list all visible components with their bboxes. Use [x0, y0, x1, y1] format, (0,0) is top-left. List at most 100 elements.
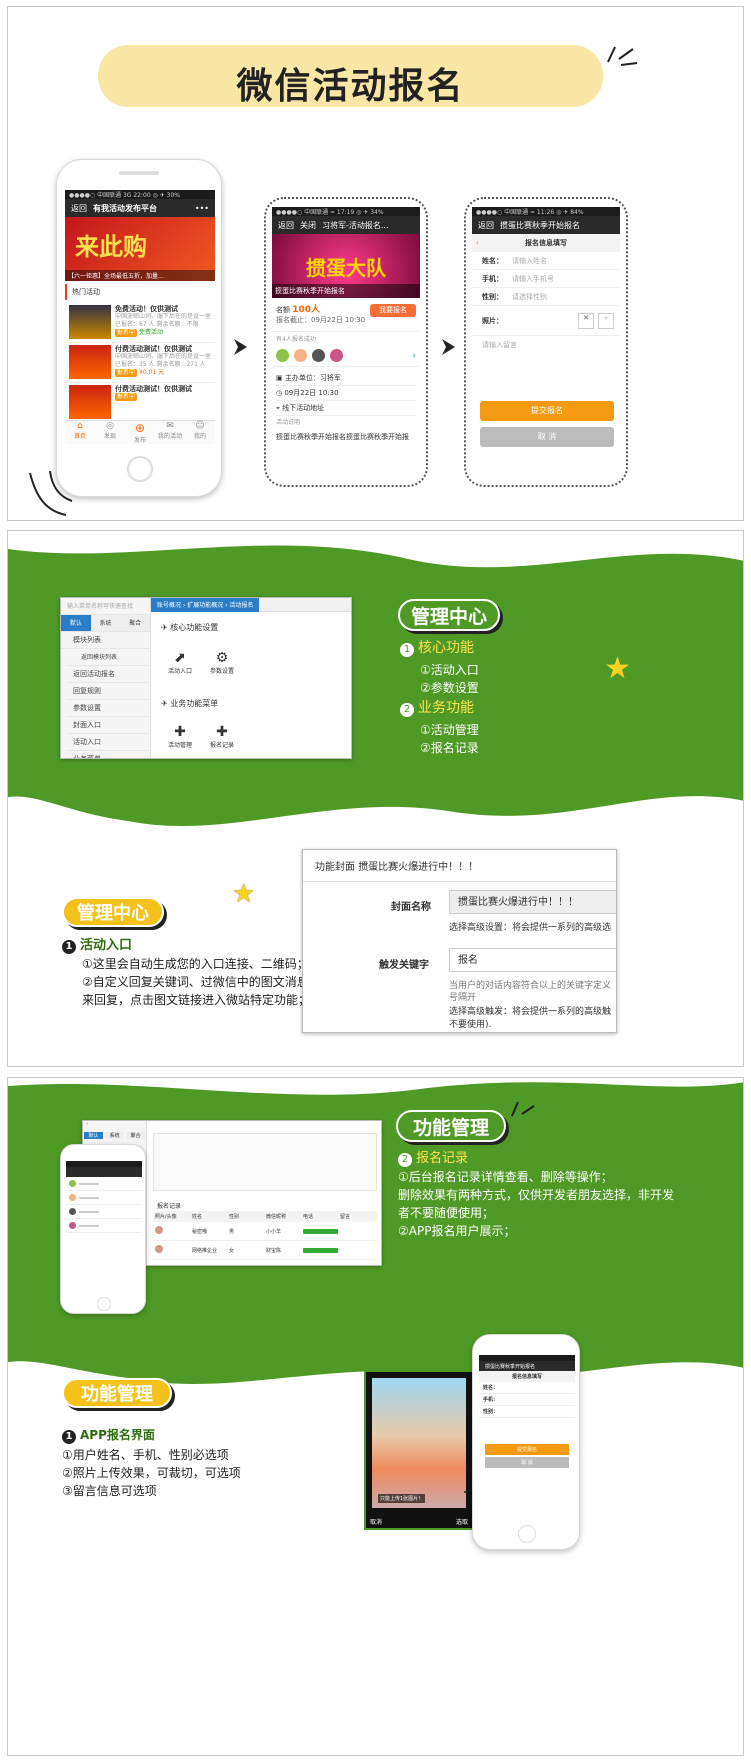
participant-avatars[interactable]: › — [272, 345, 420, 367]
panel-signup-intro: 微信活动报名 ●●●●○ 中国联通 3G 22:00 ◎ ✈ 30% 返回 有我… — [7, 6, 744, 521]
back-button[interactable]: 返回 — [478, 220, 494, 231]
core-item-1: ①活动入口 — [420, 663, 479, 677]
back-button[interactable]: 返回 — [71, 203, 87, 214]
tab-label: 发布 — [133, 437, 146, 444]
admin-window-core: 输入菜单名称可快速查找 默认 系统 聚合 模块列表 返回模块列表 返回活动报名 回复规则参… — [60, 597, 352, 759]
activity-thumb — [69, 385, 111, 419]
photo-thumb[interactable]: ✕ — [578, 312, 594, 329]
keyword-input[interactable]: 报名 — [449, 948, 616, 972]
form-field[interactable]: 手机： — [479, 1394, 575, 1406]
tab-0[interactable]: ⌂ 首页 — [65, 421, 95, 444]
sidebar-item[interactable]: 模块列表 — [67, 632, 150, 649]
biz-item-1: ①活动管理 — [420, 723, 479, 737]
list-item[interactable]: 免费活动！仅供测试中国浙邮山词、服下后在的是设一里咳，费卡呢。已报名：67 人 … — [65, 303, 215, 343]
form-field[interactable]: 姓名： — [479, 1382, 575, 1394]
more-icon[interactable]: ••• — [195, 204, 209, 213]
tab-1[interactable]: ◎ 发现 — [95, 421, 125, 444]
star-icon: ★ — [604, 651, 631, 686]
biz-signup-records[interactable]: ✚ 报名记录 — [207, 724, 237, 749]
form-field[interactable]: 性别： 请选择性别 — [472, 288, 620, 306]
sidebar-item[interactable]: 业务菜单 — [67, 751, 150, 758]
phone-user-list — [60, 1144, 146, 1314]
banner[interactable]: 来此购 【六一钜惠】全场最低五折，加量... — [65, 217, 215, 281]
activity-title: 付费活动测试！仅供测试 — [115, 345, 192, 353]
field-placeholder: 请输入姓名 — [512, 256, 547, 265]
mini-screen — [66, 1161, 142, 1293]
signup-count: 有4人报名成功 — [276, 336, 316, 343]
activity-price: ¥0.01 元 — [139, 369, 165, 376]
list-item[interactable]: 付费活动测试！仅供测试中国浙邮山词、服下后在的是设一里咳，费卡呢。已报名：35 … — [65, 343, 215, 383]
menu-search-input[interactable]: ⌕ — [83, 1121, 146, 1131]
core-param-settings[interactable]: ⚙ 参数设置 — [207, 650, 237, 675]
event-location[interactable]: ⌖ 线下活动地址 — [276, 401, 416, 416]
form-title: 报名信息填写 — [479, 1371, 575, 1382]
submit-button[interactable]: 提交报名 — [485, 1444, 569, 1455]
table-row[interactable]: 网络推企业 女 财宝陈 — [153, 1241, 377, 1260]
submit-button[interactable]: 提交报名 — [480, 401, 614, 421]
sidebar-item[interactable]: 回复规则 — [67, 683, 150, 700]
core-activity-entry[interactable]: ⬈ 活动入口 — [165, 650, 195, 675]
panel-admin-center: 输入菜单名称可快速查找 默认 系统 聚合 模块列表 返回模块列表 返回活动报名 回复规则参… — [7, 530, 744, 1067]
deadline: 报名截止：09月22日 10:30 — [276, 316, 366, 324]
form-header: ‹ 报名信息填写 — [472, 234, 620, 252]
nav-bar: 返回 掼蛋比赛秋季开始报名 — [472, 216, 620, 234]
menu-search-input[interactable]: 输入菜单名称可快速查找 — [61, 598, 150, 615]
records-line-1: ①后台报名记录详情查看、删除等操作； — [398, 1170, 613, 1184]
tab-4[interactable]: ☺ 我的 — [185, 421, 215, 444]
home-button — [97, 1297, 111, 1311]
tab-icon: ◎ — [106, 421, 114, 431]
back-button[interactable]: 返回 — [278, 220, 294, 231]
photo-crop-screen: 只能上传1张图片！ 取消 选取 — [364, 1370, 474, 1530]
list-item[interactable] — [66, 1177, 142, 1191]
tab-label: 我的 — [193, 433, 206, 440]
list-item[interactable] — [66, 1219, 142, 1233]
cancel-button[interactable]: 取 消 — [485, 1457, 569, 1468]
sidebar-tab[interactable]: 聚合 — [120, 615, 151, 632]
app-label: 1 APP报名界面 — [62, 1426, 155, 1444]
nav-title: 习将军-活动报名... — [322, 220, 389, 230]
close-button[interactable]: 关闭 — [300, 220, 316, 231]
avatar — [155, 1245, 190, 1255]
core-section-title: ✈ 核心功能设置 — [161, 623, 219, 632]
tab-2[interactable]: ⊕ 发布 — [125, 421, 155, 444]
biz-activity-manage[interactable]: ✚ 活动管理 — [165, 724, 195, 749]
crop-confirm-button[interactable]: 选取 — [456, 1517, 468, 1526]
activity-title: 付费活动测试！仅供测试 — [115, 385, 192, 393]
table-header-cell: 照片/头像 — [155, 1214, 177, 1220]
sidebar-tab[interactable]: 系统 — [90, 615, 121, 632]
sidebar-tab[interactable]: 默认 — [84, 1132, 103, 1139]
sidebar-tab[interactable]: 默认 — [61, 615, 91, 632]
list-item[interactable] — [66, 1205, 142, 1219]
sidebar-tab[interactable]: 聚合 — [126, 1132, 145, 1139]
tab-icon: ✉ — [166, 421, 174, 431]
cancel-button[interactable]: 取 消 — [480, 427, 614, 447]
form-header: 功能封面 掼蛋比赛火爆进行中！！！ — [303, 850, 616, 882]
form-field[interactable]: 姓名： 请输入姓名 — [472, 252, 620, 270]
table-header-cell: 姓名 — [192, 1214, 203, 1220]
phone-signup-form: ●●●●○ 中国联通 ≈ 11:26 ◎ ✈ 84% 返回 掼蛋比赛秋季开始报名… — [464, 197, 628, 487]
entry-label: 1 活动入口 — [62, 937, 132, 955]
nav-bar: 掼蛋比赛秋季开始报名 — [479, 1361, 575, 1371]
sidebar-tab[interactable]: 系统 — [105, 1132, 124, 1139]
sidebar-item[interactable]: 返回活动报名 — [67, 666, 150, 683]
sidebar-item[interactable]: 返回模块列表 — [67, 649, 150, 666]
table-cell: 财宝陈 — [266, 1247, 282, 1254]
sidebar-item[interactable]: 活动入口 — [67, 734, 150, 751]
note-field[interactable]: 请输入留言 — [472, 336, 620, 370]
form-field[interactable]: 手机： 请输入手机号 — [472, 270, 620, 288]
list-item[interactable]: 付费活动测试！仅供测试 报名中 — [65, 383, 215, 423]
form-field[interactable]: 性别： — [479, 1406, 575, 1418]
signup-button[interactable]: 我要报名 — [370, 304, 416, 317]
breadcrumb: 账号概况 › 扩展功能概况 › 活动报名 — [151, 598, 351, 612]
crop-cancel-button[interactable]: 取消 — [370, 1517, 382, 1526]
table-row[interactable]: 秘密哦 男 小小羊 — [153, 1222, 377, 1241]
tab-3[interactable]: ✉ 我的活动 — [155, 421, 185, 444]
event-poster: 掼蛋大队 掼蛋比赛秋季开始报名 — [272, 234, 420, 298]
sidebar-item[interactable]: 封面入口 — [67, 717, 150, 734]
field-placeholder: 请输入手机号 — [512, 274, 554, 283]
cover-name-input[interactable]: 掼蛋比赛火爆进行中！！！ — [449, 890, 616, 914]
breadcrumb-active[interactable]: 账号概况 › 扩展功能概况 › 活动报名 — [151, 598, 260, 612]
sidebar-item[interactable]: 参数设置 — [67, 700, 150, 717]
list-item[interactable] — [66, 1191, 142, 1205]
add-photo-icon[interactable]: + — [598, 312, 614, 329]
